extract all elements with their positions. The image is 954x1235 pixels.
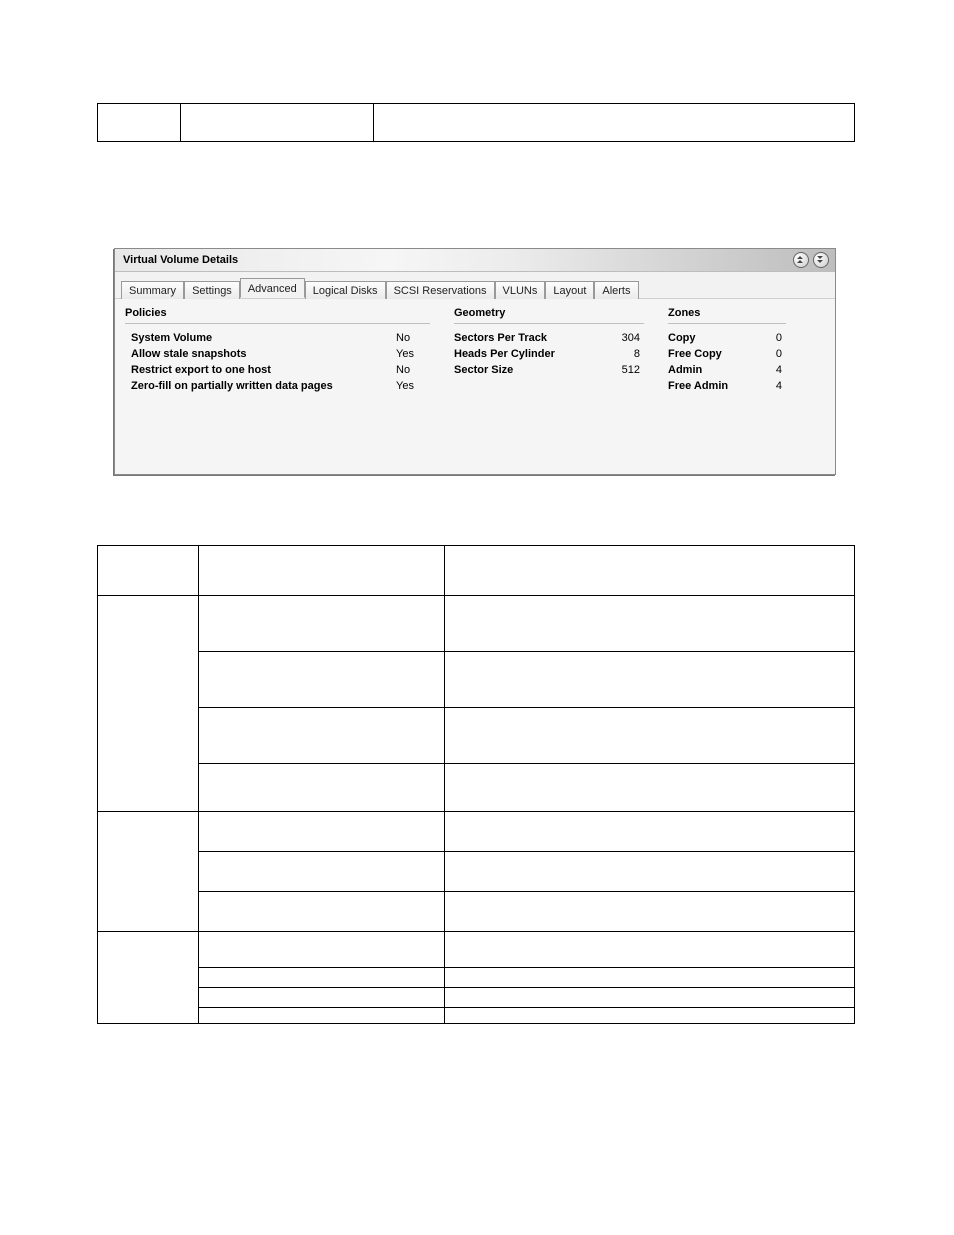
cell-2c bbox=[445, 652, 855, 708]
panel-body: Policies System Volume No Allow stale sn… bbox=[115, 299, 835, 474]
zones-row: Admin 4 bbox=[668, 362, 786, 378]
tab-layout[interactable]: Layout bbox=[545, 281, 594, 299]
cell-6c bbox=[445, 852, 855, 892]
cell-3b bbox=[199, 708, 445, 764]
cell-7b bbox=[199, 892, 445, 932]
top-cell-2 bbox=[181, 104, 374, 142]
geometry-value: 512 bbox=[600, 362, 640, 378]
header-cell-B bbox=[199, 546, 445, 596]
tabstrip: Summary Settings Advanced Logical Disks … bbox=[115, 272, 835, 299]
zones-value: 4 bbox=[758, 378, 782, 394]
tab-settings[interactable]: Settings bbox=[184, 281, 240, 299]
cell-3c bbox=[445, 708, 855, 764]
policy-row: System Volume No bbox=[125, 330, 430, 346]
zones-header: Zones bbox=[668, 307, 786, 324]
cell-11b bbox=[199, 1008, 445, 1024]
zones-label: Free Copy bbox=[668, 346, 758, 362]
lower-empty-table bbox=[97, 545, 855, 1024]
cell-9b bbox=[199, 968, 445, 988]
policy-label: Allow stale snapshots bbox=[125, 346, 396, 362]
block3-left bbox=[98, 932, 199, 1024]
geometry-label: Heads Per Cylinder bbox=[454, 346, 600, 362]
zones-label: Free Admin bbox=[668, 378, 758, 394]
tab-vluns[interactable]: VLUNs bbox=[495, 281, 546, 299]
zones-section: Zones Copy 0 Free Copy 0 Admin 4 Free Ad… bbox=[668, 307, 786, 394]
top-cell-1 bbox=[98, 104, 181, 142]
zones-value: 4 bbox=[758, 362, 782, 378]
zones-row: Free Admin 4 bbox=[668, 378, 786, 394]
cell-8c bbox=[445, 932, 855, 968]
tab-alerts[interactable]: Alerts bbox=[594, 281, 638, 299]
zones-row: Free Copy 0 bbox=[668, 346, 786, 362]
block2-left bbox=[98, 812, 199, 932]
geometry-section: Geometry Sectors Per Track 304 Heads Per… bbox=[454, 307, 644, 394]
cell-1b bbox=[199, 596, 445, 652]
cell-6b bbox=[199, 852, 445, 892]
panel-title: Virtual Volume Details bbox=[123, 254, 789, 266]
tab-scsi-reservations[interactable]: SCSI Reservations bbox=[386, 281, 495, 299]
zones-value: 0 bbox=[758, 346, 782, 362]
policy-row: Allow stale snapshots Yes bbox=[125, 346, 430, 362]
geometry-header: Geometry bbox=[454, 307, 644, 324]
collapse-up-icon[interactable] bbox=[793, 252, 809, 268]
policies-section: Policies System Volume No Allow stale sn… bbox=[125, 307, 430, 394]
policy-row: Zero-fill on partially written data page… bbox=[125, 378, 430, 394]
tab-summary[interactable]: Summary bbox=[121, 281, 184, 299]
geometry-label: Sectors Per Track bbox=[454, 330, 600, 346]
geometry-label: Sector Size bbox=[454, 362, 600, 378]
cell-10b bbox=[199, 988, 445, 1008]
zones-label: Admin bbox=[668, 362, 758, 378]
header-cell-A bbox=[98, 546, 199, 596]
policy-value: Yes bbox=[396, 378, 430, 394]
top-empty-table bbox=[97, 103, 855, 142]
cell-10c bbox=[445, 988, 855, 1008]
collapse-down-icon[interactable] bbox=[813, 252, 829, 268]
geometry-row: Sector Size 512 bbox=[454, 362, 644, 378]
policy-label: System Volume bbox=[125, 330, 396, 346]
header-cell-C bbox=[445, 546, 855, 596]
geometry-value: 8 bbox=[600, 346, 640, 362]
geometry-row: Heads Per Cylinder 8 bbox=[454, 346, 644, 362]
policies-header: Policies bbox=[125, 307, 430, 324]
policy-label: Restrict export to one host bbox=[125, 362, 396, 378]
cell-7c bbox=[445, 892, 855, 932]
cell-8b bbox=[199, 932, 445, 968]
zones-value: 0 bbox=[758, 330, 782, 346]
top-cell-3 bbox=[374, 104, 855, 142]
cell-4b bbox=[199, 764, 445, 812]
zones-row: Copy 0 bbox=[668, 330, 786, 346]
policy-value: Yes bbox=[396, 346, 430, 362]
cell-1c bbox=[445, 596, 855, 652]
cell-11c bbox=[445, 1008, 855, 1024]
zones-label: Copy bbox=[668, 330, 758, 346]
cell-5c bbox=[445, 812, 855, 852]
panel-titlebar: Virtual Volume Details bbox=[115, 249, 835, 272]
geometry-row: Sectors Per Track 304 bbox=[454, 330, 644, 346]
cell-5b bbox=[199, 812, 445, 852]
policy-label: Zero-fill on partially written data page… bbox=[125, 378, 396, 394]
policy-row: Restrict export to one host No bbox=[125, 362, 430, 378]
tab-logical-disks[interactable]: Logical Disks bbox=[305, 281, 386, 299]
policy-value: No bbox=[396, 362, 430, 378]
cell-2b bbox=[199, 652, 445, 708]
cell-9c bbox=[445, 968, 855, 988]
tab-advanced[interactable]: Advanced bbox=[240, 278, 305, 298]
block1-left bbox=[98, 596, 199, 812]
geometry-value: 304 bbox=[600, 330, 640, 346]
cell-4c bbox=[445, 764, 855, 812]
policy-value: No bbox=[396, 330, 430, 346]
virtual-volume-details-panel: Virtual Volume Details Summary Settings … bbox=[114, 248, 836, 475]
